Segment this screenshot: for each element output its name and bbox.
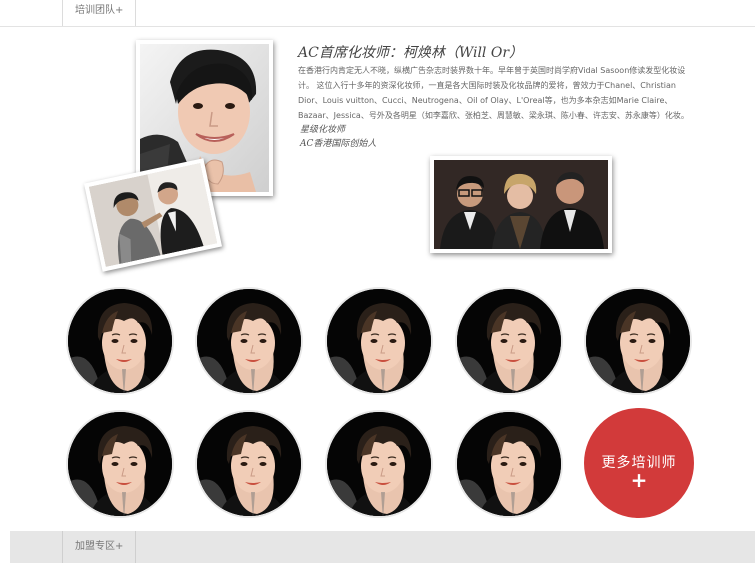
more-trainers-button[interactable]: 更多培训师 + [584, 408, 694, 518]
bio-paragraph: 在香港行内肯定无人不晓，纵横广告杂志时装界数十年。早年曾于英国时尚学府Vidal… [298, 66, 689, 120]
tab-training-team[interactable]: 培训团队+ [62, 0, 137, 26]
plus-icon: + [630, 468, 648, 492]
headline-title: AC首席化妆师：柯焕林（Will Or） [298, 45, 524, 61]
group-photo [430, 156, 612, 253]
trainer-avatar-5[interactable] [584, 287, 692, 395]
trainer-avatar-6[interactable] [66, 410, 174, 518]
trainer-avatar-1[interactable] [66, 287, 174, 395]
trainer-avatar-3[interactable] [325, 287, 433, 395]
signature-title: 星级化妆师 [300, 125, 346, 135]
backstage-photo [83, 158, 223, 272]
bottom-tab-bar: 加盟专区+ [10, 531, 755, 563]
trainer-avatar-4[interactable] [455, 287, 563, 395]
trainer-avatar-8[interactable] [325, 410, 433, 518]
tab-franchise[interactable]: 加盟专区+ [62, 531, 137, 563]
trainer-avatar-9[interactable] [455, 410, 563, 518]
trainer-avatar-2[interactable] [195, 287, 303, 395]
trainer-avatar-7[interactable] [195, 410, 303, 518]
signature-founder: AC香港国际创始人 [300, 139, 377, 149]
top-tab-bar: 培训团队+ [0, 0, 755, 27]
